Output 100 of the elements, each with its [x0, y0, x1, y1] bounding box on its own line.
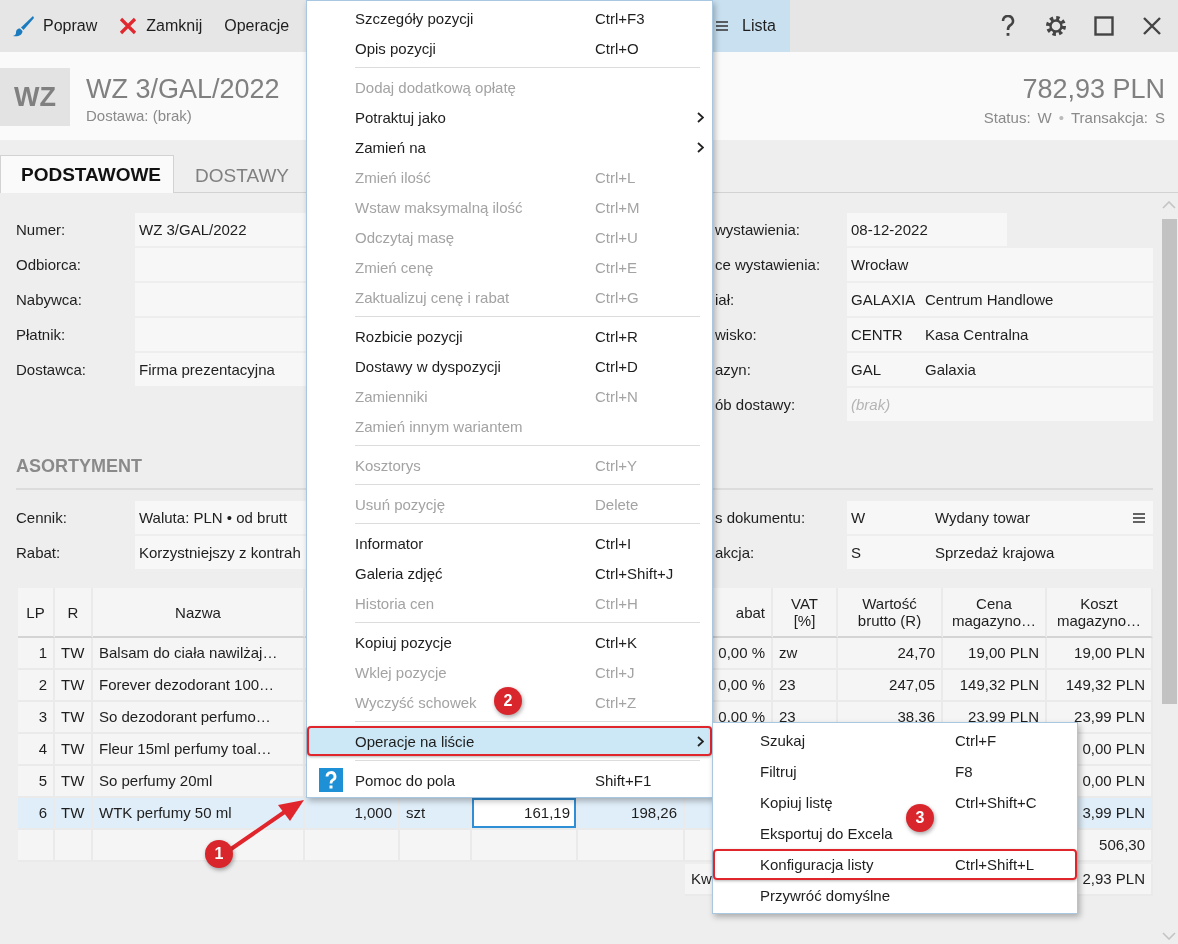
- table-cell: 24,70: [838, 638, 943, 670]
- chevron-up-icon: [1162, 201, 1176, 209]
- field-label: azyn:: [715, 360, 752, 380]
- shortcut-label: Ctrl+O: [595, 39, 640, 57]
- shortcut-label: Ctrl+M: [595, 198, 641, 216]
- table-cell: 247,05: [838, 670, 943, 702]
- field-label: Cennik:: [15, 508, 68, 528]
- code-text: CENTR: [851, 325, 904, 345]
- list-icon: [1133, 511, 1145, 524]
- shortcut-label: Ctrl+K: [595, 633, 639, 651]
- menu-item[interactable]: Kopiuj pozycje: [355, 633, 452, 651]
- menu-item[interactable]: Informator: [355, 534, 424, 552]
- field-label: Rabat:: [15, 543, 62, 563]
- shortcut-label: Ctrl+F3: [595, 9, 646, 27]
- toolbar-button[interactable]: Popraw: [10, 8, 100, 44]
- table-cell: 6: [18, 798, 55, 830]
- close-icon: [119, 17, 138, 35]
- table-cell: TW: [55, 670, 93, 702]
- shortcut-label: Ctrl+R: [595, 327, 639, 345]
- table-cell: TW: [55, 766, 93, 798]
- maximize-icon: [1094, 16, 1114, 36]
- separator-dot: •: [1058, 109, 1064, 126]
- shortcut-label: Ctrl+H: [595, 594, 639, 612]
- menu-item[interactable]: Filtruj: [760, 763, 797, 780]
- chevron-down-icon: [1162, 932, 1176, 940]
- help-icon: [1001, 15, 1015, 37]
- chevron-right-icon: [696, 141, 704, 153]
- menu-item[interactable]: Potraktuj jako: [355, 108, 446, 126]
- menu-item[interactable]: Zamień na: [355, 138, 426, 156]
- text-field[interactable]: Firma prezentacyjna: [135, 353, 307, 386]
- table-cell: 19,00 PLN: [1047, 638, 1153, 670]
- menu-item[interactable]: Dostawy w dyspozycji: [355, 357, 501, 375]
- code-text: S: [851, 543, 862, 563]
- table-cell: 4: [18, 734, 55, 766]
- value-text: Centrum Handlowe: [925, 290, 1054, 310]
- shortcut-label: Ctrl+D: [595, 357, 639, 375]
- text-field[interactable]: Korzystniejszy z kontrah: [135, 536, 307, 569]
- column-header[interactable]: LP: [18, 588, 55, 638]
- select-field[interactable]: W Wydany towar: [847, 501, 1153, 534]
- status-value: W: [1037, 109, 1052, 126]
- column-header[interactable]: VAT [%]: [773, 588, 838, 638]
- menu-item[interactable]: Kopiuj listę: [760, 794, 833, 811]
- menu-item[interactable]: Opis pozycji: [355, 39, 436, 57]
- menu-item[interactable]: Eksportuj do Excela: [760, 825, 893, 842]
- document-title: WZ 3/GAL/2022: [86, 74, 280, 104]
- table-cell: Fleur 15ml perfumy toal…: [93, 734, 305, 766]
- help-icon: [319, 768, 343, 792]
- scrollbar-thumb[interactable]: [1161, 219, 1177, 704]
- shortcut-label: Ctrl+G: [595, 288, 640, 306]
- column-header[interactable]: R: [55, 588, 93, 638]
- table-cell: 1,000: [305, 798, 400, 830]
- table-cell: TW: [55, 798, 93, 830]
- column-header[interactable]: Nazwa: [93, 588, 305, 638]
- toolbar-button[interactable]: Zamknij: [117, 8, 205, 44]
- text-field[interactable]: GAL Galaxia: [847, 353, 1153, 386]
- chevron-right-icon: [696, 735, 704, 747]
- toolbar-button[interactable]: Operacje: [222, 8, 292, 44]
- column-header[interactable]: Wartość brutto (R): [838, 588, 943, 638]
- table-cell: 19,00 PLN: [943, 638, 1047, 670]
- date-field[interactable]: 08-12-2022: [847, 213, 1007, 246]
- text-field[interactable]: [135, 318, 307, 351]
- shortcut-label: F8: [955, 763, 974, 780]
- table-cell: Balsam do ciała nawilżaj…: [93, 638, 305, 670]
- field-label: wystawienia:: [715, 220, 802, 240]
- table-cell: TW: [55, 638, 93, 670]
- text-field[interactable]: GALAXIA Centrum Handlowe: [847, 283, 1153, 316]
- table-cell: zw: [773, 638, 838, 670]
- shortcut-label: Ctrl+E: [595, 258, 639, 276]
- table-cell: 3: [18, 702, 55, 734]
- column-header[interactable]: Cena magazyno…: [943, 588, 1047, 638]
- settings-icon: [1045, 15, 1067, 37]
- shortcut-label: Ctrl+Shift+J: [595, 564, 675, 582]
- code-text: GALAXIA: [851, 290, 917, 310]
- text-field[interactable]: WZ 3/GAL/2022: [135, 213, 307, 246]
- tab[interactable]: PODSTAWOWE: [0, 155, 175, 193]
- text-field[interactable]: [135, 248, 307, 281]
- shortcut-label: Delete: [595, 495, 640, 513]
- text-field[interactable]: CENTR Kasa Centralna: [847, 318, 1153, 351]
- column-header[interactable]: Koszt magazyno…: [1047, 588, 1153, 638]
- menu-item[interactable]: Szukaj: [760, 732, 806, 749]
- menu-item[interactable]: Rozbicie pozycji: [355, 327, 463, 345]
- table-cell: WTK perfumy 50 ml: [93, 798, 305, 830]
- field-label: Płatnik:: [15, 325, 67, 345]
- view-tab[interactable]: Lista: [713, 0, 790, 52]
- text-field[interactable]: [135, 283, 307, 316]
- code-text: GAL: [851, 360, 882, 380]
- text-field[interactable]: Wrocław: [847, 248, 1153, 281]
- text-field[interactable]: Waluta: PLN • od brutt: [135, 501, 307, 534]
- menu-item[interactable]: Pomoc do pola: [355, 771, 456, 789]
- table-cell: 1: [18, 638, 55, 670]
- select-field[interactable]: S Sprzedaż krajowa: [847, 536, 1153, 569]
- value-text: Sprzedaż krajowa: [935, 543, 1055, 563]
- field-label: Odbiorca:: [15, 255, 83, 275]
- field-label: s dokumentu:: [715, 508, 807, 528]
- menu-item[interactable]: Szczegóły pozycji: [355, 9, 474, 27]
- value-text: Wydany towar: [935, 508, 1030, 528]
- table-cell: 149,32 PLN: [943, 670, 1047, 702]
- menu-item[interactable]: Operacje na liście: [307, 726, 712, 756]
- total-amount: 782,93 PLN: [1022, 74, 1165, 104]
- menu-item[interactable]: Galeria zdjęć: [355, 564, 443, 582]
